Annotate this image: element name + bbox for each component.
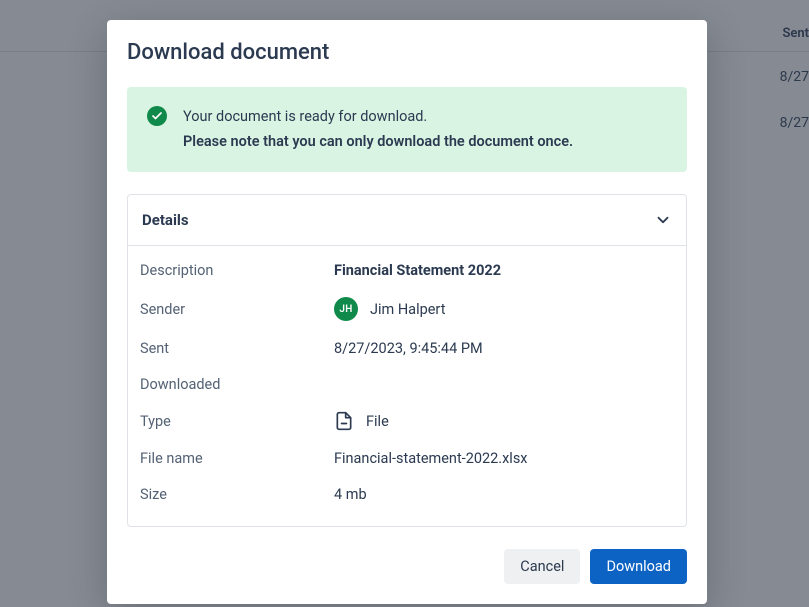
details-body: Description Financial Statement 2022 Sen… bbox=[128, 245, 686, 526]
value-description: Financial Statement 2022 bbox=[334, 262, 501, 279]
detail-row-type: Type File bbox=[140, 402, 674, 440]
value-size: 4 mb bbox=[334, 486, 367, 503]
download-button[interactable]: Download bbox=[590, 549, 687, 584]
value-filename: Financial-statement-2022.xlsx bbox=[334, 450, 528, 467]
details-header-label: Details bbox=[142, 211, 189, 229]
detail-row-description: Description Financial Statement 2022 bbox=[140, 252, 674, 288]
label-filename: File name bbox=[140, 450, 334, 467]
details-panel: Details Description Financial Statement … bbox=[127, 194, 687, 527]
success-alert: Your document is ready for download. Ple… bbox=[127, 87, 687, 172]
download-document-modal: Download document Your document is ready… bbox=[107, 20, 707, 604]
details-toggle[interactable]: Details bbox=[128, 195, 686, 245]
check-circle-icon bbox=[147, 106, 167, 126]
detail-row-size: Size 4 mb bbox=[140, 476, 674, 512]
alert-note-text: Please note that you can only download t… bbox=[183, 130, 573, 155]
value-sender: JH Jim Halpert bbox=[334, 297, 445, 321]
label-sent: Sent bbox=[140, 340, 334, 357]
label-description: Description bbox=[140, 262, 334, 279]
label-downloaded: Downloaded bbox=[140, 376, 334, 393]
alert-ready-text: Your document is ready for download. bbox=[183, 105, 573, 130]
detail-row-downloaded: Downloaded bbox=[140, 366, 674, 402]
value-type: File bbox=[334, 411, 389, 431]
value-sent: 8/27/2023, 9:45:44 PM bbox=[334, 340, 483, 357]
detail-row-sent: Sent 8/27/2023, 9:45:44 PM bbox=[140, 330, 674, 366]
cancel-button[interactable]: Cancel bbox=[504, 549, 580, 584]
chevron-down-icon bbox=[654, 211, 672, 229]
type-text: File bbox=[366, 413, 389, 430]
label-size: Size bbox=[140, 486, 334, 503]
detail-row-filename: File name Financial-statement-2022.xlsx bbox=[140, 440, 674, 476]
file-icon bbox=[334, 411, 354, 431]
detail-row-sender: Sender JH Jim Halpert bbox=[140, 288, 674, 330]
modal-title: Download document bbox=[127, 40, 687, 65]
sender-name: Jim Halpert bbox=[370, 301, 445, 318]
label-sender: Sender bbox=[140, 301, 334, 318]
alert-body: Your document is ready for download. Ple… bbox=[183, 105, 573, 154]
label-type: Type bbox=[140, 413, 334, 430]
modal-footer: Cancel Download bbox=[127, 549, 687, 584]
avatar: JH bbox=[334, 297, 358, 321]
